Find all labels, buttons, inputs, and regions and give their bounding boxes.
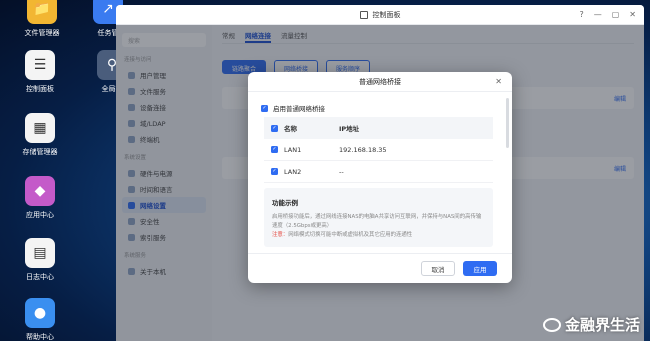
desktop-icon-label: 帮助中心 [26, 333, 54, 341]
row-checkbox[interactable]: ✓ [271, 146, 278, 153]
dialog-scrollbar[interactable] [506, 98, 509, 148]
desktop-icon-label: 存储管理器 [22, 148, 58, 156]
column-header-name: 名称 [284, 125, 297, 133]
window-titlebar[interactable]: 控制面板 ? — ▢ ✕ [116, 5, 644, 25]
desktop-icon-label: 控制面板 [26, 85, 54, 93]
interface-name: LAN2 [284, 167, 302, 176]
desktop-icon-log-center[interactable]: ▤ 日志中心 [10, 238, 70, 282]
watermark-text: 金融界生活 [564, 316, 640, 334]
dialog-title: 普通网络桥接 [359, 77, 401, 86]
cancel-button[interactable]: 取消 [421, 261, 455, 276]
interface-name: LAN1 [284, 145, 302, 154]
enable-bridge-label: 启用普通网络桥接 [273, 105, 325, 113]
help-button[interactable]: ? [579, 10, 583, 19]
note-text: 网络模式切换可能中断或虚拟机及其它应用的连通性 [288, 232, 413, 238]
apps-icon: ◆ [25, 176, 55, 206]
desktop-icon-file-manager[interactable]: 📁 文件管理器 [12, 0, 72, 38]
info-box: 功能示例 启用桥接功能后，通过网线连接NAS的电脑A共享访问互联网，并保持与NA… [264, 188, 493, 247]
column-header-ip: IP地址 [339, 125, 360, 133]
row-checkbox[interactable]: ✓ [271, 168, 278, 175]
desktop-icon-storage-manager[interactable]: ▦ 存储管理器 [10, 113, 70, 157]
select-all-checkbox[interactable]: ✓ [271, 124, 278, 132]
bridge-dialog: 普通网络桥接 ✕ ✓ 启用普通网络桥接 ✓ 名称 IP地址 ✓ LAN1 192.1… [248, 72, 512, 283]
desktop-icon-app-center[interactable]: ◆ 应用中心 [10, 176, 70, 220]
maximize-button[interactable]: ▢ [612, 10, 620, 19]
lightbulb-icon: ● [25, 298, 55, 328]
desktop-icon-help-center[interactable]: ● 帮助中心 [10, 298, 70, 341]
dialog-footer: 取消 应用 [248, 253, 512, 283]
storage-icon: ▦ [25, 113, 55, 143]
info-title: 功能示例 [272, 199, 298, 207]
log-icon: ▤ [25, 238, 55, 268]
interface-ip: 192.168.18.35 [339, 145, 387, 154]
watermark: 金融界生活 [542, 314, 640, 335]
table-row[interactable]: ✓ LAN1 192.168.18.35 [264, 139, 493, 161]
weibo-logo-icon [542, 317, 561, 332]
interface-table: ✓ 名称 IP地址 ✓ LAN1 192.168.18.35 ✓ LAN2 -- [264, 117, 493, 183]
desktop-icon-label: 应用中心 [26, 211, 54, 219]
apply-button[interactable]: 应用 [463, 261, 497, 276]
desktop-icon-control-panel[interactable]: ☰ 控制面板 [10, 50, 70, 94]
table-row[interactable]: ✓ LAN2 -- [264, 161, 493, 183]
enable-bridge-row[interactable]: ✓ 启用普通网络桥接 [261, 103, 325, 113]
enable-bridge-checkbox[interactable]: ✓ [261, 104, 268, 112]
desktop-icon-label: 日志中心 [26, 273, 54, 281]
table-header: ✓ 名称 IP地址 [264, 117, 493, 139]
interface-ip: -- [339, 167, 344, 176]
control-panel-icon [359, 10, 368, 19]
close-button[interactable]: ✕ [629, 10, 636, 19]
note-label: 注意： [272, 232, 289, 238]
folder-icon: 📁 [27, 0, 57, 24]
info-text: 启用桥接功能后，通过网线连接NAS的电脑A共享访问互联网，并保持与NAS间的高传… [272, 214, 482, 229]
window-title: 控制面板 [372, 10, 401, 19]
dialog-header: 普通网络桥接 ✕ [248, 72, 512, 92]
sliders-icon: ☰ [25, 50, 55, 80]
minimize-button[interactable]: — [594, 10, 602, 19]
close-icon[interactable]: ✕ [495, 77, 502, 86]
desktop-icon-label: 文件管理器 [24, 29, 60, 37]
